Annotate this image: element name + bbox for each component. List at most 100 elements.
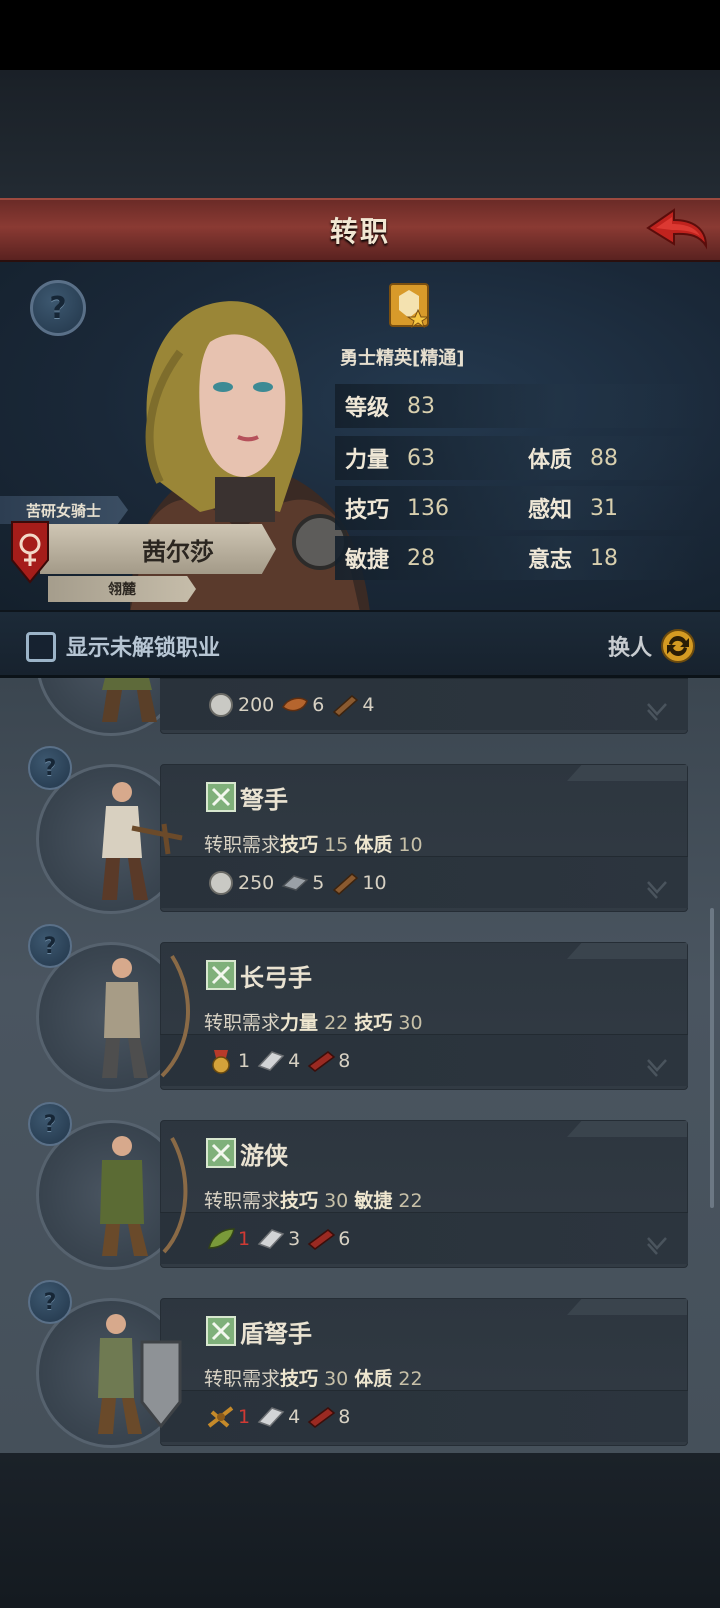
cost-amount: 6: [338, 1228, 351, 1250]
cost-amount: 4: [288, 1406, 301, 1428]
requirement-stat: 敏捷: [354, 1190, 393, 1212]
job-requirements: 转职需求技巧 30 体质 22: [204, 1364, 423, 1391]
job-select-checkbox[interactable]: [206, 1138, 236, 1168]
job-name: 盾弩手: [240, 1320, 312, 1348]
character-info-section: ? 勇士精英[精通] 等级 83 力量 63 体质 88 技巧 136 感知 3…: [0, 262, 720, 612]
job-select-checkbox[interactable]: [206, 960, 236, 990]
feather-icon: [208, 1228, 235, 1249]
cost-amount: 6: [312, 694, 325, 716]
stat-label: 敏捷: [345, 548, 390, 573]
cost-amount: 3: [288, 1228, 301, 1250]
job-costs: 1 4 8: [206, 1404, 356, 1430]
cost-amount: 250: [238, 872, 275, 894]
cost-amount-lacking: 1: [238, 1228, 251, 1250]
shield-crossbowman-figure: [98, 1314, 182, 1434]
red-wood-icon: [307, 1229, 336, 1250]
cost-amount: 5: [312, 872, 325, 894]
show-locked-label[interactable]: 显示未解锁职业: [66, 630, 220, 662]
expand-chevron-icon[interactable]: [644, 1234, 670, 1256]
cost-amount: 8: [338, 1050, 351, 1072]
swap-refresh-icon[interactable]: [660, 628, 696, 664]
job-requirements: 转职需求技巧 30 敏捷 22: [204, 1186, 423, 1213]
crossbow-part-icon: [207, 1406, 234, 1428]
requirement-stat: 技巧: [280, 834, 319, 856]
ranger-figure: [100, 1136, 188, 1256]
cost-amount-lacking: 1: [238, 1406, 251, 1428]
silver-ingot-icon: [257, 1051, 285, 1071]
character-subtitle: 翎麓: [48, 576, 196, 602]
faction-emblem-icon: [11, 521, 49, 584]
requirement-stat: 技巧: [354, 1012, 393, 1034]
silver-ingot-icon: [257, 1229, 285, 1249]
requirement-prefix: 转职需求: [204, 1368, 281, 1390]
cost-amount: 4: [288, 1050, 301, 1072]
job-card[interactable]: ? 长弓手 转职需求力量 22 技巧 30 1 4 8: [0, 924, 700, 1092]
requirement-stat: 力量: [280, 1012, 319, 1034]
character-name-plate: 茜尔莎: [40, 524, 276, 574]
job-list[interactable]: 200 6 4 ? 弩手 转职需求技巧 15 体质 10 250 5 10 ? …: [0, 678, 720, 1453]
stat-label: 意志: [528, 548, 573, 573]
requirement-stat: 技巧: [280, 1190, 319, 1212]
job-select-checkbox[interactable]: [206, 1316, 236, 1346]
requirement-prefix: 转职需求: [204, 1012, 281, 1034]
stat-value: 18: [590, 545, 618, 571]
swap-character-label[interactable]: 换人: [608, 630, 652, 662]
job-costs: 200 6 4: [206, 692, 380, 718]
help-icon[interactable]: ?: [30, 280, 86, 336]
requirement-value: 15: [324, 834, 349, 856]
requirement-value: 22: [398, 1368, 423, 1390]
requirement-value: 30: [324, 1368, 349, 1390]
list-scrollbar[interactable]: [710, 908, 714, 1208]
cost-amount: 200: [238, 694, 275, 716]
requirement-stat: 体质: [354, 834, 393, 856]
back-arrow-icon[interactable]: [644, 206, 710, 256]
requirement-value: 22: [324, 1012, 349, 1034]
job-name: 弩手: [240, 786, 288, 814]
stat-label: 感知: [528, 498, 573, 523]
job-card[interactable]: ? 游侠 转职需求技巧 30 敏捷 22 1 3 6: [0, 1102, 700, 1270]
crossbowman-figure: [102, 782, 183, 900]
help-icon[interactable]: ?: [28, 1102, 72, 1146]
job-costs: 1 4 8: [206, 1048, 356, 1074]
cost-amount: 10: [362, 872, 387, 894]
expand-chevron-icon[interactable]: [644, 878, 670, 900]
job-costs: 250 5 10: [206, 870, 393, 896]
expand-chevron-icon[interactable]: [644, 1056, 670, 1078]
bottom-empty-area: [0, 1453, 720, 1608]
expand-chevron-icon[interactable]: [644, 700, 670, 722]
job-change-panel: 转职 ? 勇士精英[精通] 等级 83 力量 63 体质 88 技巧 136 感…: [0, 198, 720, 1453]
help-icon[interactable]: ?: [28, 1280, 72, 1324]
cost-amount: 4: [362, 694, 375, 716]
show-locked-checkbox[interactable]: [26, 632, 56, 662]
help-icon[interactable]: ?: [28, 924, 72, 968]
job-card[interactable]: ? 弩手 转职需求技巧 15 体质 10 250 5 10: [0, 746, 700, 914]
stat-value: 28: [407, 545, 435, 571]
job-card[interactable]: ? 盾弩手 转职需求技巧 30 体质 22 1 4 8: [0, 1280, 700, 1448]
stat-will: 意志 18: [528, 536, 618, 580]
job-select-checkbox[interactable]: [206, 782, 236, 812]
wood-plank-icon: [333, 873, 359, 895]
stat-label: 体质: [528, 448, 573, 473]
requirement-value: 10: [398, 834, 423, 856]
job-costs: 1 3 6: [206, 1226, 356, 1252]
status-bar-area: [0, 0, 720, 70]
page-title: 转职: [329, 215, 390, 248]
stat-perception: 感知 31: [528, 486, 618, 530]
requirement-stat: 技巧: [280, 1368, 319, 1390]
stat-value: 31: [590, 495, 618, 521]
class-name: 勇士精英[精通]: [340, 348, 465, 369]
stat-value: 88: [590, 445, 618, 471]
stat-value: 63: [407, 445, 435, 471]
job-name: 游侠: [240, 1142, 288, 1170]
job-card[interactable]: 200 6 4: [0, 678, 700, 736]
stat-label: 等级: [345, 396, 390, 421]
title-bar: 转职: [0, 198, 720, 262]
requirement-value: 30: [324, 1190, 349, 1212]
silver-coin-icon: [209, 693, 233, 717]
silver-ingot-icon: [257, 1407, 285, 1427]
stat-level: 等级 83: [345, 384, 435, 428]
help-icon[interactable]: ?: [28, 746, 72, 790]
class-badge-icon: [389, 283, 430, 328]
requirement-value: 22: [398, 1190, 423, 1212]
iron-ingot-icon: [281, 875, 309, 891]
